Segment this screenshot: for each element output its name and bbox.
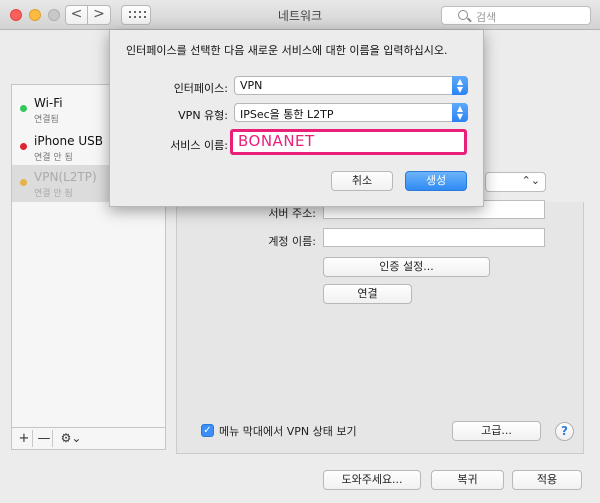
title-bar: < > 네트워크 검색 xyxy=(0,0,600,30)
service-name-input[interactable]: BONANET xyxy=(230,129,467,155)
checkmark-icon: ✓ xyxy=(203,425,212,436)
interface-value: VPN xyxy=(240,79,263,92)
server-address-label: 서버 주소: xyxy=(268,207,316,220)
status-dot xyxy=(20,105,27,112)
gear-menu-button[interactable]: ⚙︎⌄ xyxy=(58,430,84,447)
service-status: 연결됨 xyxy=(34,115,59,125)
service-name-label: 서비스 이름: xyxy=(170,139,228,152)
add-service-button[interactable]: + xyxy=(16,430,33,447)
show-vpn-status-label: 메뉴 막대에서 VPN 상태 보기 xyxy=(219,425,357,438)
service-status: 연결 안 됨 xyxy=(34,153,73,163)
connect-button[interactable]: 연결 xyxy=(323,284,412,304)
help-icon: ? xyxy=(561,424,568,438)
configuration-popup[interactable]: ⌃⌄ xyxy=(485,172,546,192)
interface-label: 인터페이스: xyxy=(173,82,228,95)
advanced-button[interactable]: 고급... xyxy=(452,421,541,441)
show-vpn-status-checkbox[interactable]: ✓ xyxy=(201,424,214,437)
service-name: Wi-Fi xyxy=(34,96,63,110)
apply-button[interactable]: 적용 xyxy=(512,470,582,490)
service-name: iPhone USB xyxy=(34,134,103,148)
help-button[interactable]: ? xyxy=(555,422,574,441)
new-service-sheet: 인터페이스를 선택한 다음 새로운 서비스에 대한 이름을 입력하십시오. 인터… xyxy=(109,30,484,207)
assist-me-button[interactable]: 도와주세요... xyxy=(323,470,421,490)
cancel-button[interactable]: 취소 xyxy=(331,171,393,191)
service-name-value: BONANET xyxy=(238,132,315,150)
status-dot xyxy=(20,143,27,150)
vpn-type-popup[interactable]: IPSec을 통한 L2TP ▲ ▼ xyxy=(234,103,468,122)
chevron-updown-icon: ▲ ▼ xyxy=(452,76,468,95)
create-button[interactable]: 생성 xyxy=(405,171,467,191)
remove-service-button[interactable]: — xyxy=(36,430,53,447)
account-name-label: 계정 이름: xyxy=(268,235,316,248)
service-list-toolbar: + — ⚙︎⌄ xyxy=(11,428,166,450)
service-name: VPN(L2TP) xyxy=(34,170,97,184)
status-dot xyxy=(20,179,27,186)
search-icon xyxy=(458,10,468,20)
account-name-input[interactable] xyxy=(323,228,545,247)
vpn-type-label: VPN 유형: xyxy=(178,109,228,122)
revert-button[interactable]: 복귀 xyxy=(431,470,504,490)
search-field[interactable]: 검색 xyxy=(441,6,591,25)
chevron-updown-icon: ⌃⌄ xyxy=(521,174,540,187)
interface-popup[interactable]: VPN ▲ ▼ xyxy=(234,76,468,95)
sheet-message: 인터페이스를 선택한 다음 새로운 서비스에 대한 이름을 입력하십시오. xyxy=(126,44,448,57)
chevron-updown-icon: ▲ ▼ xyxy=(452,103,468,122)
service-status: 연결 안 됨 xyxy=(34,189,73,199)
search-placeholder: 검색 xyxy=(476,11,497,24)
vpn-type-value: IPSec을 통한 L2TP xyxy=(240,108,334,121)
auth-settings-button[interactable]: 인증 설정... xyxy=(323,257,490,277)
